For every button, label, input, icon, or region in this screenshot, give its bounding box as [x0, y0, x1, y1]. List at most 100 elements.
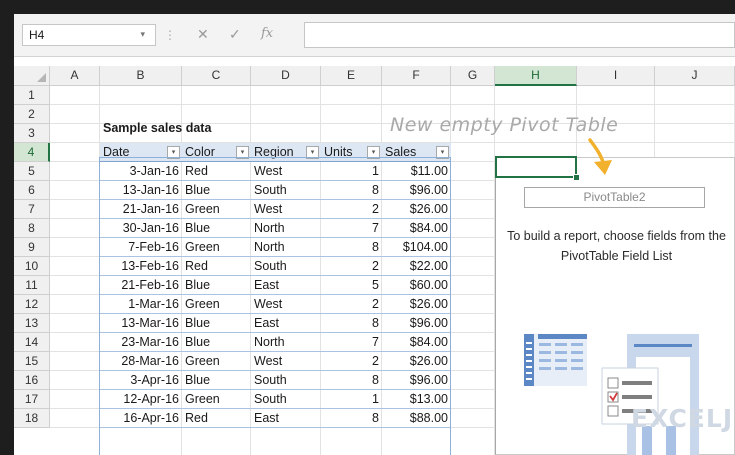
row-header-14[interactable]: 14: [14, 333, 50, 352]
table-cell-region[interactable]: South: [251, 181, 321, 200]
table-cell-sales[interactable]: $13.00: [382, 390, 451, 409]
table-cell-region[interactable]: West: [251, 162, 321, 181]
row-header-13[interactable]: 13: [14, 314, 50, 333]
table-cell-region[interactable]: East: [251, 314, 321, 333]
column-header-c[interactable]: C: [182, 66, 251, 86]
table-cell-region[interactable]: North: [251, 333, 321, 352]
row-header-6[interactable]: 6: [14, 181, 50, 200]
table-cell-units[interactable]: 1: [321, 390, 382, 409]
table-cell-region[interactable]: South: [251, 390, 321, 409]
table-cell-date[interactable]: 16-Apr-16: [100, 409, 182, 428]
filter-dropdown-icon[interactable]: ▾: [167, 146, 180, 159]
table-cell-units[interactable]: 2: [321, 352, 382, 371]
table-cell-color[interactable]: Green: [182, 238, 251, 257]
column-header-d[interactable]: D: [251, 66, 321, 86]
row-header-1[interactable]: 1: [14, 86, 50, 105]
table-cell-sales[interactable]: $96.00: [382, 181, 451, 200]
table-cell-sales[interactable]: $96.00: [382, 371, 451, 390]
row-header-11[interactable]: 11: [14, 276, 50, 295]
table-cell-units[interactable]: 7: [321, 333, 382, 352]
filter-dropdown-icon[interactable]: ▾: [436, 146, 449, 159]
row-header-10[interactable]: 10: [14, 257, 50, 276]
table-cell-region[interactable]: South: [251, 257, 321, 276]
row-header-2[interactable]: 2: [14, 105, 50, 124]
table-cell-sales[interactable]: $26.00: [382, 200, 451, 219]
table-cell-units[interactable]: 8: [321, 314, 382, 333]
table-cell-color[interactable]: Blue: [182, 219, 251, 238]
row-header-17[interactable]: 17: [14, 390, 50, 409]
table-cell-color[interactable]: Red: [182, 162, 251, 181]
table-cell-sales[interactable]: $11.00: [382, 162, 451, 181]
table-cell-color[interactable]: Blue: [182, 333, 251, 352]
select-all-button[interactable]: [14, 66, 50, 86]
filter-dropdown-icon[interactable]: ▾: [236, 146, 249, 159]
table-cell-units[interactable]: 2: [321, 295, 382, 314]
table-cell-sales[interactable]: $84.00: [382, 333, 451, 352]
table-cell-region[interactable]: South: [251, 371, 321, 390]
fill-handle[interactable]: [573, 174, 580, 181]
table-cell-units[interactable]: 7: [321, 219, 382, 238]
table-cell-color[interactable]: Blue: [182, 276, 251, 295]
filter-dropdown-icon[interactable]: ▾: [367, 146, 380, 159]
table-cell-date[interactable]: 12-Apr-16: [100, 390, 182, 409]
column-header-h[interactable]: H: [495, 66, 577, 86]
column-header-b[interactable]: B: [100, 66, 182, 86]
name-box[interactable]: H4 ▾: [22, 24, 156, 46]
table-cell-sales[interactable]: $88.00: [382, 409, 451, 428]
row-header-3[interactable]: 3: [14, 124, 50, 143]
table-cell-date[interactable]: 28-Mar-16: [100, 352, 182, 371]
table-cell-region[interactable]: East: [251, 409, 321, 428]
table-cell-sales[interactable]: $22.00: [382, 257, 451, 276]
table-cell-color[interactable]: Blue: [182, 181, 251, 200]
chevron-down-icon[interactable]: ▾: [140, 29, 145, 40]
table-cell-date[interactable]: 21-Jan-16: [100, 200, 182, 219]
row-header-12[interactable]: 12: [14, 295, 50, 314]
formula-bar-separator[interactable]: ⋮: [164, 28, 176, 42]
table-cell-date[interactable]: 13-Jan-16: [100, 181, 182, 200]
row-header-16[interactable]: 16: [14, 371, 50, 390]
table-cell-date[interactable]: 21-Feb-16: [100, 276, 182, 295]
table-cell-date[interactable]: 13-Feb-16: [100, 257, 182, 276]
table-cell-date[interactable]: 7-Feb-16: [100, 238, 182, 257]
row-header-8[interactable]: 8: [14, 219, 50, 238]
table-cell-date[interactable]: 23-Mar-16: [100, 333, 182, 352]
table-cell-sales[interactable]: $26.00: [382, 352, 451, 371]
table-cell-color[interactable]: Blue: [182, 371, 251, 390]
table-cell-units[interactable]: 1: [321, 162, 382, 181]
table-cell-sales[interactable]: $84.00: [382, 219, 451, 238]
active-cell-cursor[interactable]: [495, 156, 577, 178]
column-header-f[interactable]: F: [382, 66, 451, 86]
row-header-18[interactable]: 18: [14, 409, 50, 428]
table-cell-units[interactable]: 8: [321, 371, 382, 390]
table-cell-units[interactable]: 8: [321, 409, 382, 428]
cancel-icon[interactable]: ✕: [197, 26, 209, 43]
column-header-a[interactable]: A: [50, 66, 100, 86]
table-cell-region[interactable]: East: [251, 276, 321, 295]
table-cell-color[interactable]: Green: [182, 390, 251, 409]
table-cell-date[interactable]: 3-Jan-16: [100, 162, 182, 181]
column-header-e[interactable]: E: [321, 66, 382, 86]
table-cell-color[interactable]: Red: [182, 409, 251, 428]
row-header-5[interactable]: 5: [14, 162, 50, 181]
table-cell-region[interactable]: North: [251, 238, 321, 257]
insert-function-icon[interactable]: fx: [261, 26, 273, 41]
table-cell-sales[interactable]: $104.00: [382, 238, 451, 257]
row-header-15[interactable]: 15: [14, 352, 50, 371]
row-header-4[interactable]: 4: [14, 143, 50, 162]
table-cell-date[interactable]: 13-Mar-16: [100, 314, 182, 333]
table-cell-date[interactable]: 1-Mar-16: [100, 295, 182, 314]
table-cell-date[interactable]: 3-Apr-16: [100, 371, 182, 390]
table-cell-units[interactable]: 8: [321, 238, 382, 257]
table-cell-units[interactable]: 2: [321, 257, 382, 276]
table-cell-region[interactable]: West: [251, 352, 321, 371]
formula-input[interactable]: [304, 22, 735, 48]
table-cell-units[interactable]: 5: [321, 276, 382, 295]
table-cell-region[interactable]: West: [251, 200, 321, 219]
table-cell-color[interactable]: Green: [182, 200, 251, 219]
row-header-7[interactable]: 7: [14, 200, 50, 219]
table-cell-color[interactable]: Red: [182, 257, 251, 276]
filter-dropdown-icon[interactable]: ▾: [306, 146, 319, 159]
table-cell-sales[interactable]: $26.00: [382, 295, 451, 314]
table-cell-units[interactable]: 8: [321, 181, 382, 200]
column-header-j[interactable]: J: [655, 66, 735, 86]
